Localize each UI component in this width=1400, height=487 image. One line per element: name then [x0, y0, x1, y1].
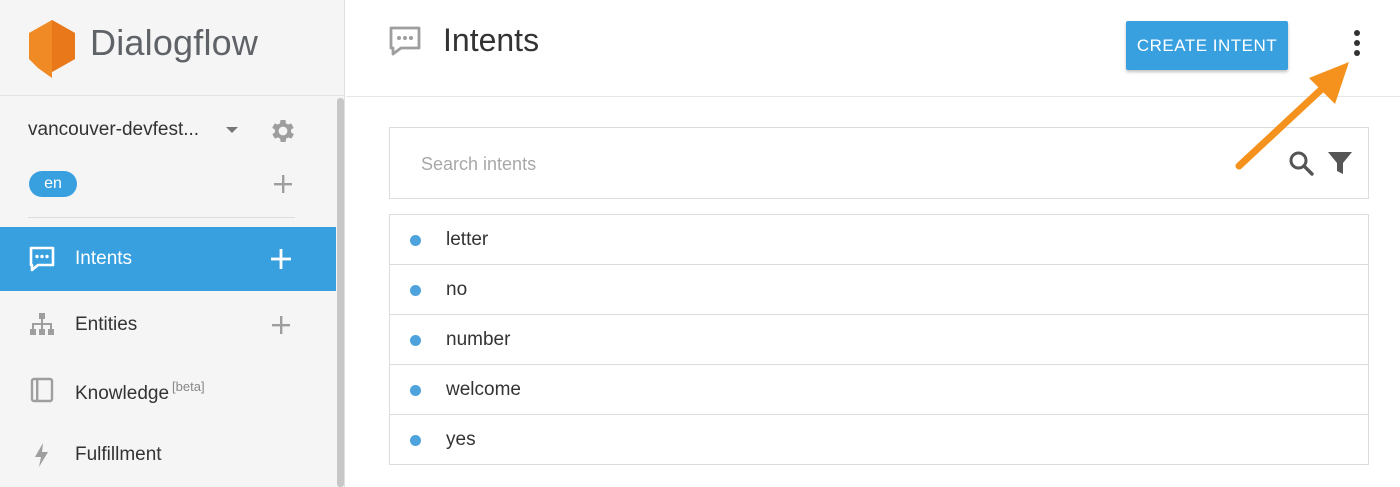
- brand-name: Dialogflow: [90, 22, 259, 63]
- language-badge[interactable]: en: [29, 171, 77, 197]
- dialogflow-logo-icon: [29, 20, 75, 78]
- page-title: Intents: [443, 22, 540, 58]
- intent-status-dot: [410, 335, 421, 346]
- add-intent-icon[interactable]: [270, 248, 292, 270]
- intent-list: letter no number welcome yes: [389, 214, 1369, 465]
- intent-row-no[interactable]: no: [389, 264, 1369, 315]
- sidebar-item-label: Fulfillment: [75, 444, 162, 465]
- intent-row-welcome[interactable]: welcome: [389, 364, 1369, 415]
- sidebar-item-fulfillment[interactable]: Fulfillment: [0, 423, 336, 487]
- add-entity-icon[interactable]: [270, 314, 292, 336]
- intent-status-dot: [410, 385, 421, 396]
- intent-name[interactable]: welcome: [446, 379, 521, 401]
- sidebar-item-intents[interactable]: Intents: [0, 227, 336, 291]
- filter-icon[interactable]: [1327, 150, 1353, 176]
- agent-selector[interactable]: vancouver-devfest...: [28, 116, 318, 146]
- sidebar-scrollbar[interactable]: [337, 98, 344, 487]
- bolt-icon: [35, 443, 48, 467]
- search-icon[interactable]: [1287, 149, 1315, 177]
- intent-row-number[interactable]: number: [389, 314, 1369, 365]
- intent-name[interactable]: number: [446, 329, 510, 351]
- sidebar-item-label: Intents: [75, 248, 133, 269]
- sidebar-divider: [28, 217, 295, 218]
- beta-badge: [beta]: [172, 379, 205, 394]
- sidebar: Dialogflow vancouver-devfest... en Inten…: [0, 0, 345, 487]
- intent-status-dot: [410, 435, 421, 446]
- intent-row-letter[interactable]: letter: [389, 214, 1369, 265]
- intent-name[interactable]: no: [446, 279, 467, 301]
- intent-name[interactable]: letter: [446, 229, 488, 251]
- page-header: Intents CREATE INTENT: [346, 0, 1400, 97]
- sidebar-item-label: Entities: [75, 314, 138, 335]
- add-language-icon[interactable]: [272, 173, 294, 195]
- sidebar-item-knowledge[interactable]: Knowledge [beta]: [0, 358, 336, 422]
- search-bar: [389, 127, 1369, 199]
- sidebar-item-entities[interactable]: Entities: [0, 293, 336, 357]
- sidebar-item-label: Knowledge [beta]: [75, 379, 205, 404]
- chat-icon: [29, 246, 55, 272]
- intent-row-yes[interactable]: yes: [389, 414, 1369, 465]
- intent-status-dot: [410, 285, 421, 296]
- intent-name[interactable]: yes: [446, 429, 476, 451]
- chat-icon: [389, 26, 421, 56]
- hierarchy-icon: [30, 313, 54, 335]
- brand-header: Dialogflow: [0, 0, 344, 96]
- more-vert-icon[interactable]: [1346, 28, 1368, 58]
- book-icon: [30, 377, 54, 403]
- search-input[interactable]: [421, 150, 1241, 178]
- gear-icon[interactable]: [268, 116, 298, 146]
- agent-name[interactable]: vancouver-devfest...: [28, 119, 199, 141]
- intent-status-dot: [410, 235, 421, 246]
- chevron-down-icon[interactable]: [226, 127, 238, 133]
- create-intent-button[interactable]: CREATE INTENT: [1126, 21, 1288, 70]
